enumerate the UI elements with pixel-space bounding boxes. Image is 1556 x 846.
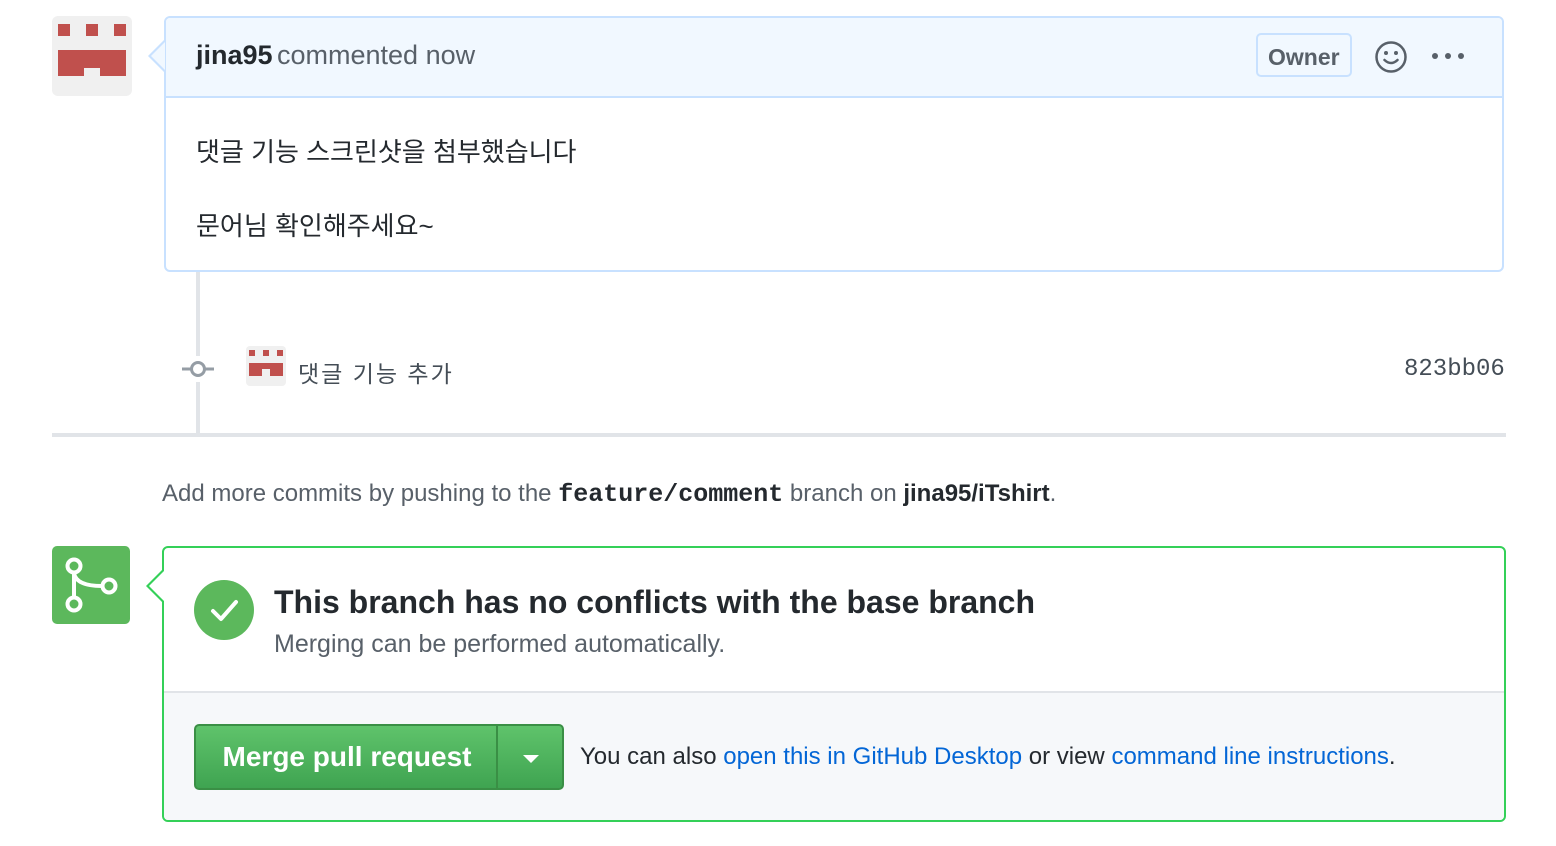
commit-message[interactable]: 댓글 기능 추가 [298, 355, 454, 389]
alt-prefix: You can also [580, 743, 717, 770]
merge-pull-request-button[interactable]: Merge pull request [194, 724, 498, 790]
comment-action[interactable]: commented now [277, 40, 475, 70]
merge-pointer-fill [149, 571, 164, 601]
commit-author-avatar[interactable] [246, 346, 286, 386]
comment-header: jina95 commented now Owner [166, 18, 1502, 98]
owner-badge: Owner [1256, 33, 1352, 77]
comment-box: jina95 commented now Owner 댓글 기능 스크린샷을 첨… [164, 16, 1504, 272]
smiley-icon[interactable] [1374, 40, 1408, 74]
git-commit-icon [180, 356, 216, 382]
comment-author[interactable]: jina95 [196, 40, 273, 70]
git-merge-icon [52, 546, 130, 624]
open-github-desktop-link[interactable]: open this in GitHub Desktop [723, 743, 1022, 770]
kebab-menu-icon[interactable] [1430, 48, 1466, 64]
push-hint-suffix: . [1049, 480, 1057, 507]
merge-status-title: This branch has no conflicts with the ba… [274, 584, 1036, 620]
push-hint: Add more commits by pushing to the featu… [162, 480, 1056, 509]
merge-alternatives: You can also open this in GitHub Desktop… [580, 743, 1396, 771]
alt-middle: or view [1028, 743, 1105, 770]
command-line-instructions-link[interactable]: command line instructions [1111, 743, 1388, 770]
triangle-down-icon [523, 755, 539, 763]
comment-author-avatar[interactable] [52, 16, 132, 96]
comment-body-line-1: 댓글 기능 스크린샷을 첨부했습니다 [196, 137, 577, 167]
branch-name: feature/comment [558, 480, 784, 509]
commit-sha[interactable]: 823bb06 [1404, 356, 1505, 383]
repo-name: jina95/iTshirt [903, 480, 1050, 507]
timeline-divider [52, 433, 1506, 437]
timeline-line [196, 272, 200, 434]
merge-status-subtitle: Merging can be performed automatically. [274, 630, 726, 658]
comment-pointer-fill [151, 42, 165, 70]
push-hint-middle: branch on [789, 480, 897, 507]
push-hint-prefix: Add more commits by pushing to the [162, 480, 552, 507]
check-icon [194, 580, 254, 640]
comment-body-line-2: 문어님 확인해주세요~ [196, 211, 434, 241]
merge-box: This branch has no conflicts with the ba… [162, 546, 1506, 822]
alt-suffix: . [1388, 743, 1396, 770]
merge-footer: Merge pull request You can also open thi… [164, 691, 1504, 820]
merge-method-dropdown[interactable] [496, 724, 564, 790]
comment-meta: jina95 commented now [196, 40, 475, 71]
